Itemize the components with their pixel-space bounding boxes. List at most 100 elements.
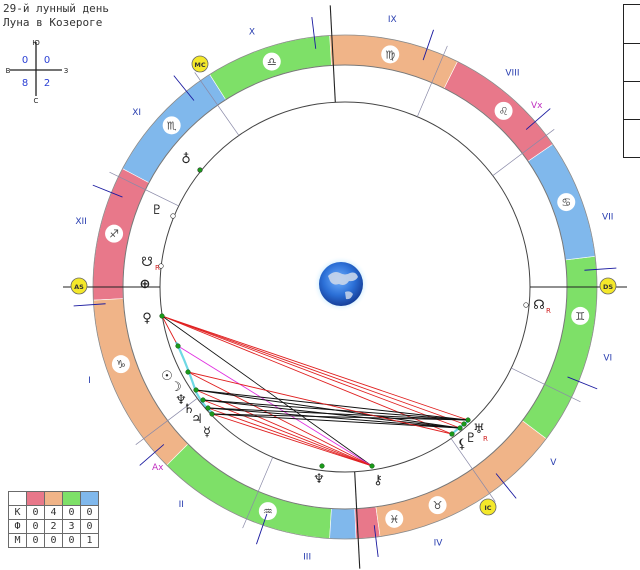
earth-icon (313, 256, 369, 312)
fortune-icon[interactable]: ⊕ (140, 277, 151, 292)
house-numeral: XI (132, 108, 141, 118)
planet-dot (159, 313, 165, 319)
mercury-icon[interactable]: ☿ (203, 425, 211, 440)
scorpio-icon: ♏ (167, 119, 177, 132)
house-numeral: VII (602, 213, 613, 223)
zodiac-segment-gemini (521, 255, 598, 440)
vertex-label: Vx (531, 101, 543, 111)
planet-dot (449, 431, 455, 437)
asc-label: AS (74, 283, 84, 291)
house-numeral: V (550, 458, 557, 468)
side-table-divider (624, 43, 640, 44)
planet-dot (457, 425, 463, 431)
mc-badge[interactable]: MC (191, 55, 209, 73)
table-cell: 4 (44, 505, 63, 520)
ic-badge[interactable]: IC (479, 498, 497, 516)
planet-dot (461, 421, 467, 427)
table-cell: 0 (80, 519, 99, 534)
libra-icon: ♎ (267, 56, 277, 69)
house-numeral: III (303, 552, 311, 562)
planet-dot (205, 405, 211, 411)
neptune-2-icon[interactable]: ♆ (313, 472, 325, 487)
planet-glyphs: ♀☉☽♆♄♃☿ ♅♇⚸⚷♆☋☊⊕♇♁RRR (140, 152, 551, 488)
house-numeral: VIII (505, 69, 519, 79)
aspect-line (161, 315, 469, 421)
house-numeral: IV (434, 539, 444, 549)
row-label: Ф (8, 519, 27, 534)
cancer-icon: ♋ (561, 196, 571, 209)
table-cell: 0 (26, 519, 45, 534)
side-table (623, 4, 640, 158)
pisces-icon: ♓ (389, 513, 399, 526)
aspect-line (161, 315, 461, 429)
row-label: К (8, 505, 27, 520)
house-numeral: I (88, 376, 91, 386)
retrograde-marker: R (155, 264, 160, 272)
element-fire-header (26, 491, 45, 506)
asc-badge[interactable]: AS (70, 277, 88, 295)
planet-dot (175, 343, 181, 349)
table-cell: 0 (62, 533, 81, 548)
zodiac-segment-aquarius (166, 443, 332, 539)
north-node-icon[interactable]: ☊ (533, 298, 545, 313)
aquarius-icon: ♒ (263, 505, 273, 518)
zodiac-segment-pisces (329, 508, 357, 540)
retrograde-marker: R (483, 435, 488, 443)
mc-label: MC (194, 61, 205, 69)
element-table: К 0 4 0 0 Ф 0 2 3 0 М 0 0 0 1 (8, 491, 99, 548)
point-dot (523, 302, 529, 308)
dsc-label: DS (603, 283, 613, 291)
house-numeral: X (249, 27, 255, 37)
table-cell: 2 (44, 519, 63, 534)
sagittarius-icon: ♐ (109, 228, 119, 241)
planet-dot (209, 411, 215, 417)
table-cell: 0 (44, 533, 63, 548)
side-table-divider (624, 81, 640, 82)
planet-dot (465, 417, 471, 423)
element-table-row: Ф 0 2 3 0 (8, 519, 99, 534)
ic-label: IC (484, 504, 491, 512)
house-numeral: IX (388, 15, 397, 25)
element-table-row: М 0 0 0 1 (8, 533, 99, 548)
point-dot (170, 213, 176, 219)
planet-dot (193, 387, 199, 393)
planet-dot (369, 463, 375, 469)
chiron-icon[interactable]: ⚷ (373, 473, 383, 488)
table-cell: 1 (80, 533, 99, 548)
table-cell: 0 (26, 505, 45, 520)
earth-icon[interactable]: ♁ (181, 152, 191, 167)
planet-dot (200, 397, 206, 403)
lilith-icon[interactable]: ⚸ (457, 437, 467, 452)
element-earth-header (44, 491, 63, 506)
capricorn-icon: ♑ (116, 358, 126, 371)
taurus-icon: ♉ (433, 499, 443, 512)
table-cell: 0 (62, 505, 81, 520)
pluto-icon[interactable]: ♇ (151, 203, 163, 218)
antivertex-label: Ax (152, 463, 164, 473)
planet-dot (319, 463, 325, 469)
element-air-header (62, 491, 81, 506)
element-table-row: К 0 4 0 0 (8, 505, 99, 520)
point-dot (197, 167, 203, 173)
element-table-corner (8, 491, 27, 506)
gemini-icon: ♊ (575, 310, 585, 323)
south-node-icon[interactable]: ☋ (141, 255, 153, 270)
jupiter-icon[interactable]: ♃ (191, 412, 203, 427)
house-numeral: VI (603, 353, 612, 363)
house-numeral: XII (75, 217, 86, 227)
venus-icon[interactable]: ♀ (142, 311, 152, 326)
table-cell: 0 (80, 505, 99, 520)
dsc-badge[interactable]: DS (599, 277, 617, 295)
side-table-divider (624, 119, 640, 120)
house-numeral: II (179, 500, 184, 510)
natal-chart: ♈♉♊♋♌♍♎♏♐♑♒♓ IIIIIIIVVVIVIIVIIIIXXXIXII … (63, 5, 627, 569)
leo-icon: ♌ (499, 105, 509, 118)
row-label: М (8, 533, 27, 548)
element-table-header (8, 491, 99, 506)
table-cell: 0 (26, 533, 45, 548)
planet-dot (185, 369, 191, 375)
virgo-icon: ♍ (385, 48, 395, 61)
retrograde-marker: R (546, 307, 551, 315)
pluto-icon[interactable]: ♇ (465, 431, 477, 446)
table-cell: 3 (62, 519, 81, 534)
